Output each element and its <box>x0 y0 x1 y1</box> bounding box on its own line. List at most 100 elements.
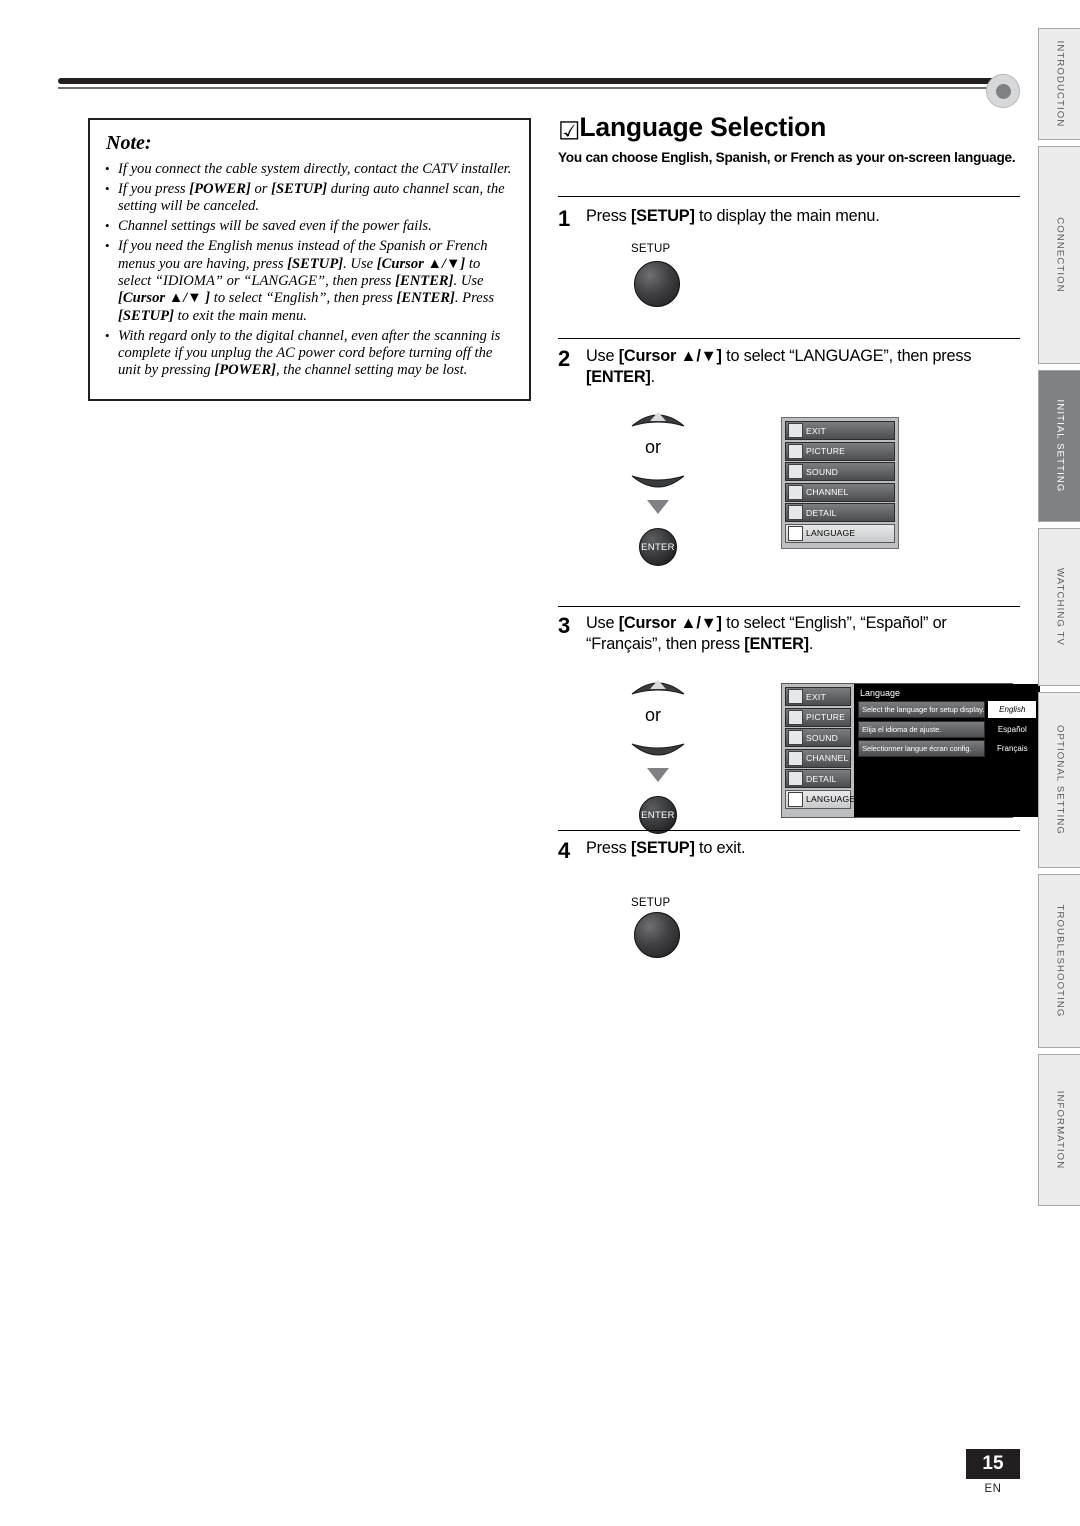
enter-button-label-step2: ENTER <box>639 528 677 566</box>
list-item: If you press [POWER] or [SETUP] during a… <box>104 180 517 216</box>
step-text: Press [SETUP] to exit. <box>586 839 746 857</box>
tab-initial-setting[interactable]: INITIAL SETTING <box>1038 370 1080 522</box>
divider <box>558 196 1020 197</box>
language-row-value[interactable]: English <box>988 701 1037 718</box>
language-row-francais[interactable]: Selectionner langue écran config. França… <box>858 740 1036 757</box>
setup-button[interactable] <box>634 261 680 307</box>
menu-item-label: EXIT <box>806 425 826 436</box>
menu-item-label: CHANNEL <box>806 487 849 497</box>
header-rule-thick <box>58 78 998 84</box>
language-row-espanol[interactable]: Elija el idioma de ajuste. Español <box>858 720 1036 738</box>
step-2: 2 Use [Cursor ▲/▼] to select “LANGUAGE”,… <box>558 346 1023 388</box>
menu-item-exit[interactable]: EXIT <box>785 421 895 440</box>
tab-watching-tv[interactable]: WATCHING TV <box>1038 528 1080 686</box>
menu-item-label: EXIT <box>806 691 826 702</box>
page-title-text: Language Selection <box>579 112 827 142</box>
menu-item-label: LANGUAGE <box>806 528 856 538</box>
tv-menu-preview-language: EXIT PICTURE SOUND CHANNEL DETAIL LANGUA… <box>781 683 1041 818</box>
divider <box>558 606 1020 607</box>
step-number: 4 <box>558 838 571 863</box>
language-row-value[interactable]: Français <box>988 740 1036 757</box>
menu-item-picture[interactable]: PICTURE <box>785 707 851 727</box>
step-3: 3 Use [Cursor ▲/▼] to select “English”, … <box>558 613 1023 655</box>
menu-item-label: LANGUAGE <box>806 794 856 804</box>
tv-menu-language-panel: Language Select the language for setup d… <box>854 684 1041 817</box>
tab-label: OPTIONAL SETTING <box>1054 725 1065 835</box>
page-language-code: EN <box>984 1483 1002 1495</box>
page-title: ☑Language Selection <box>558 112 1018 144</box>
menu-item-detail[interactable]: DETAIL <box>785 769 851 788</box>
note-box: Note: If you connect the cable system di… <box>88 118 531 401</box>
list-item: If you connect the cable system directly… <box>104 160 517 178</box>
step-4: 4 Press [SETUP] to exit. <box>558 838 1023 863</box>
cursor-down-button[interactable] <box>628 472 685 498</box>
cursor-up-button[interactable] <box>628 670 685 696</box>
menu-item-label: SOUND <box>806 732 839 743</box>
menu-item-picture[interactable]: PICTURE <box>785 441 895 461</box>
enter-button-label-step3: ENTER <box>639 796 677 834</box>
language-row-desc: Select the language for setup display. <box>858 701 986 718</box>
tab-introduction[interactable]: INTRODUCTION <box>1038 28 1080 140</box>
enter-button-step2[interactable]: ENTER <box>639 528 677 566</box>
menu-item-label: PICTURE <box>806 712 846 722</box>
language-row-english[interactable]: Select the language for setup display. E… <box>858 701 1037 718</box>
tab-label: CONNECTION <box>1054 217 1065 293</box>
menu-item-label: SOUND <box>806 466 839 477</box>
menu-item-label: PICTURE <box>806 446 846 456</box>
divider <box>558 830 1020 831</box>
menu-item-language[interactable]: LANGUAGE <box>785 789 855 809</box>
menu-item-sound[interactable]: SOUND <box>785 462 895 481</box>
picture-icon <box>788 443 803 459</box>
language-icon <box>788 525 803 541</box>
detail-icon <box>788 771 803 786</box>
setup-button-label: SETUP <box>631 897 671 909</box>
section-tabs: INTRODUCTION CONNECTION INITIAL SETTING … <box>1038 28 1080 1212</box>
page-subtitle: You can choose English, Spanish, or Fren… <box>558 150 1016 165</box>
step-number: 3 <box>558 613 571 638</box>
channel-icon <box>788 750 803 766</box>
tv-menu-sidebar: EXIT PICTURE SOUND CHANNEL DETAIL LANGUA… <box>782 684 855 817</box>
menu-item-exit[interactable]: EXIT <box>785 687 851 706</box>
menu-item-label: DETAIL <box>806 773 837 784</box>
language-row-value[interactable]: Español <box>988 721 1036 738</box>
picture-icon <box>788 709 803 725</box>
language-row-desc: Selectionner langue écran config. <box>858 740 986 757</box>
sound-icon <box>788 730 803 745</box>
note-list: If you connect the cable system directly… <box>104 160 517 380</box>
menu-item-channel[interactable]: CHANNEL <box>785 748 851 768</box>
cursor-down-button[interactable] <box>628 740 685 766</box>
step-number: 1 <box>558 206 571 231</box>
step-number: 2 <box>558 346 571 371</box>
tab-label: INTRODUCTION <box>1054 40 1065 128</box>
menu-item-label: DETAIL <box>806 507 837 518</box>
step-text: Use [Cursor ▲/▼] to select “LANGUAGE”, t… <box>586 347 972 386</box>
tab-label: WATCHING TV <box>1054 567 1065 647</box>
menu-item-channel[interactable]: CHANNEL <box>785 482 895 502</box>
or-label-step2: or <box>645 437 662 457</box>
tab-optional-setting[interactable]: OPTIONAL SETTING <box>1038 692 1080 868</box>
menu-item-language[interactable]: LANGUAGE <box>785 523 895 543</box>
divider <box>558 338 1020 339</box>
decorative-circle-icon <box>986 74 1020 108</box>
tab-troubleshooting[interactable]: TROUBLESHOOTING <box>1038 874 1080 1048</box>
tab-label: TROUBLESHOOTING <box>1054 904 1065 1018</box>
tv-menu-preview-main: EXIT PICTURE SOUND CHANNEL DETAIL LANGUA… <box>781 417 899 549</box>
menu-item-label: CHANNEL <box>806 753 849 763</box>
setup-button[interactable] <box>634 912 680 958</box>
or-label-step3: or <box>645 705 662 725</box>
menu-item-sound[interactable]: SOUND <box>785 728 851 747</box>
down-arrow-icon <box>647 500 669 514</box>
cursor-up-button[interactable] <box>628 402 685 428</box>
list-item: If you need the English menus instead of… <box>104 237 517 325</box>
tab-information[interactable]: INFORMATION <box>1038 1054 1080 1206</box>
exit-icon <box>788 423 803 438</box>
menu-item-detail[interactable]: DETAIL <box>785 503 895 522</box>
sound-icon <box>788 464 803 479</box>
step-1: 1 Press [SETUP] to display the main menu… <box>558 206 1023 231</box>
exit-icon <box>788 689 803 704</box>
enter-button-step3[interactable]: ENTER <box>639 796 677 834</box>
tab-connection[interactable]: CONNECTION <box>1038 146 1080 364</box>
tab-label: INFORMATION <box>1054 1090 1065 1170</box>
list-item: Channel settings will be saved even if t… <box>104 217 517 235</box>
tab-label: INITIAL SETTING <box>1054 399 1065 493</box>
